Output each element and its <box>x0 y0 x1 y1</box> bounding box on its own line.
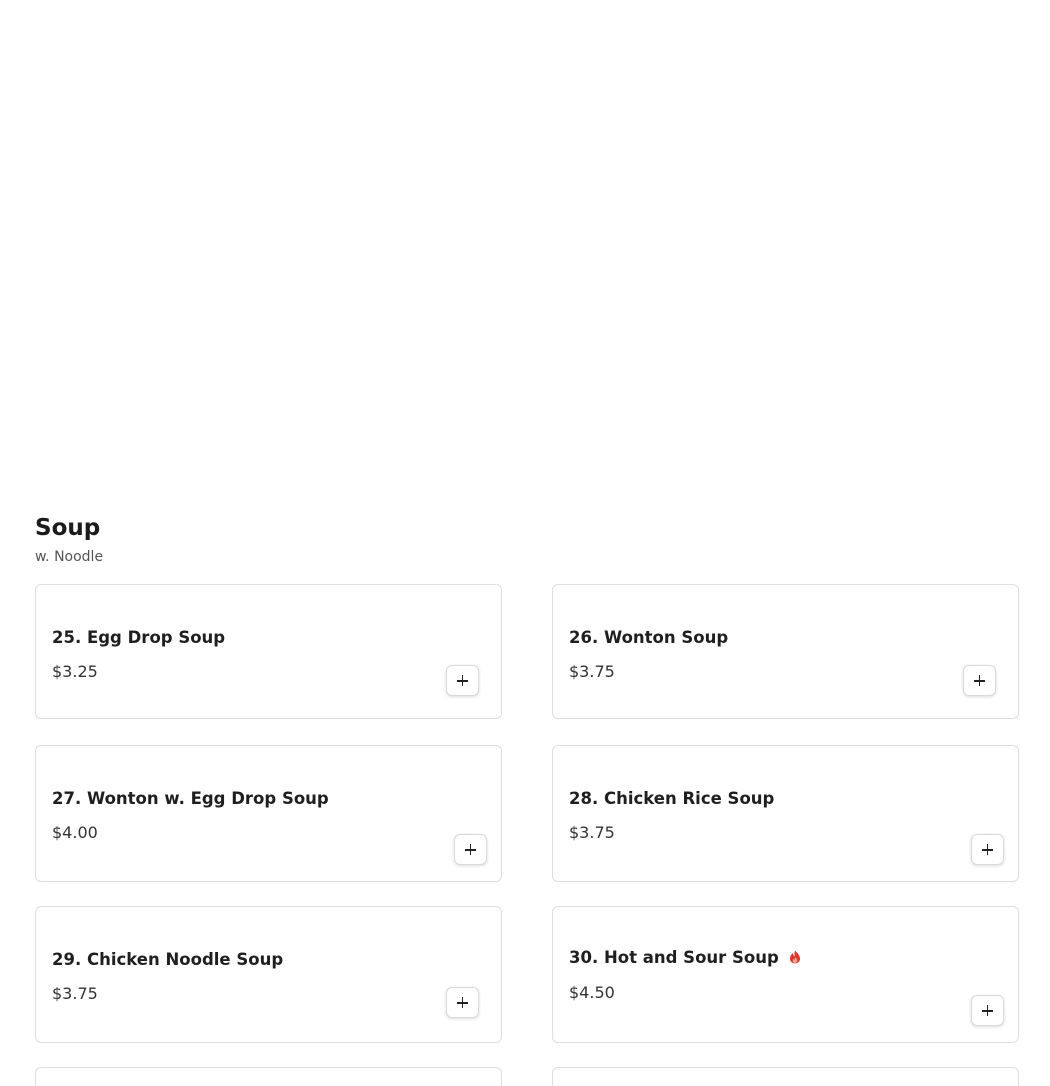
add-item-button[interactable] <box>446 665 479 696</box>
empty-content-area <box>0 0 1050 500</box>
plus-icon <box>457 997 468 1008</box>
menu-page: Soup w. Noodle 25. Egg Drop Soup $3.25 2… <box>0 0 1050 1086</box>
menu-item-card[interactable]: 30. Hot and Sour Soup $4.50 <box>552 906 1019 1043</box>
add-item-button[interactable] <box>446 987 479 1018</box>
menu-item-name: 26. Wonton Soup <box>569 628 729 647</box>
add-item-button[interactable] <box>454 834 487 865</box>
menu-item-card[interactable]: 29. Chicken Noodle Soup $3.75 <box>35 906 502 1043</box>
plus-icon <box>982 844 993 855</box>
section-title: Soup <box>35 515 101 541</box>
plus-icon <box>974 675 985 686</box>
menu-item-name: 27. Wonton w. Egg Drop Soup <box>52 789 329 808</box>
plus-icon <box>465 844 476 855</box>
menu-item-price: $3.75 <box>569 662 615 681</box>
menu-item-card[interactable]: 26. Wonton Soup $3.75 <box>552 584 1019 719</box>
plus-icon <box>457 675 468 686</box>
menu-item-price: $3.25 <box>52 662 98 681</box>
soup-section-header: Soup w. Noodle <box>35 512 1021 566</box>
menu-item-name: 29. Chicken Noodle Soup <box>52 950 284 969</box>
menu-item-card[interactable]: 25. Egg Drop Soup $3.25 <box>35 584 502 719</box>
menu-item-card-partial[interactable] <box>35 1067 502 1086</box>
spicy-icon <box>789 950 800 964</box>
section-subtitle: w. Noodle <box>35 549 104 565</box>
menu-item-card-partial[interactable] <box>552 1067 1019 1086</box>
add-item-button[interactable] <box>971 834 1004 865</box>
plus-icon <box>982 1005 993 1016</box>
menu-item-price: $3.75 <box>52 984 98 1003</box>
menu-item-name-row: 30. Hot and Sour Soup <box>569 947 801 969</box>
menu-item-price: $3.75 <box>569 823 615 842</box>
menu-item-name: 28. Chicken Rice Soup <box>569 789 775 808</box>
menu-item-card[interactable]: 28. Chicken Rice Soup $3.75 <box>552 745 1019 882</box>
menu-item-name: 25. Egg Drop Soup <box>52 628 226 647</box>
menu-item-card[interactable]: 27. Wonton w. Egg Drop Soup $4.00 <box>35 745 502 882</box>
menu-item-price: $4.50 <box>569 983 615 1002</box>
add-item-button[interactable] <box>971 995 1004 1026</box>
add-item-button[interactable] <box>963 665 996 696</box>
menu-item-price: $4.00 <box>52 823 98 842</box>
menu-item-name: 30. Hot and Sour Soup <box>569 948 779 967</box>
